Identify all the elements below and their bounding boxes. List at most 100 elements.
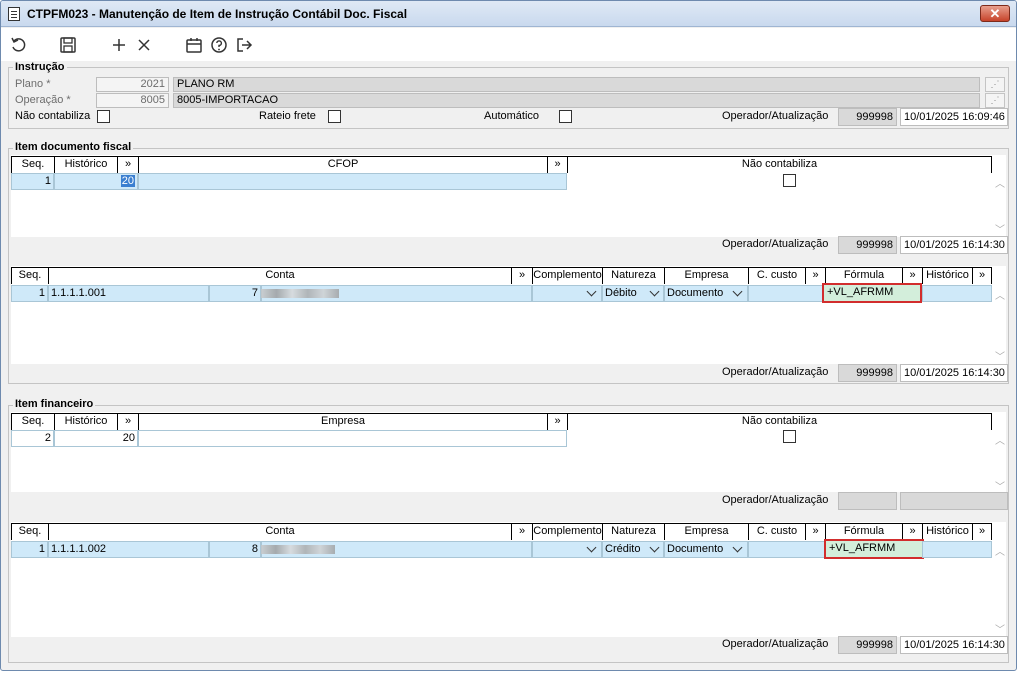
col-conta[interactable]: Conta [48, 267, 511, 284]
col-empresa-more-button[interactable]: » [547, 413, 567, 430]
col-natureza[interactable]: Natureza [602, 523, 664, 540]
scroll-up-icon[interactable]: ︿ [994, 543, 1006, 558]
item-fin-grid: Seq. Histórico » Empresa » Não contabili… [11, 412, 1006, 493]
row-nao-contabiliza-checkbox[interactable] [783, 430, 796, 443]
col-formula-more-button[interactable]: » [902, 267, 922, 284]
row-historico-value[interactable]: 20 [120, 175, 135, 187]
col-cfop[interactable]: CFOP [138, 156, 547, 173]
row-historico[interactable]: 20 [54, 430, 138, 447]
scroll-up-icon[interactable]: ︿ [994, 432, 1006, 447]
item-doc-grid: Seq. Histórico » CFOP » Não contabiliza … [11, 155, 1006, 237]
scroll-down-icon[interactable]: ﹀ [994, 221, 1006, 236]
col-historico-more-button[interactable]: » [972, 267, 992, 284]
item-doc-atualizacao-field: 10/01/2025 16:14:30 [900, 236, 1008, 254]
col-empresa[interactable]: Empresa [138, 413, 547, 430]
col-historico[interactable]: Histórico [54, 413, 117, 430]
help-icon[interactable] [209, 35, 229, 55]
col-seq[interactable]: Seq. [11, 523, 48, 540]
scroll-up-icon[interactable]: ︿ [994, 287, 1006, 302]
save-icon[interactable] [58, 35, 78, 55]
main-window: CTPFM023 - Manutenção de Item de Instruç… [0, 0, 1017, 671]
nao-contabiliza-checkbox[interactable] [97, 110, 110, 123]
operacao-lookup-icon[interactable]: ⋰ [985, 93, 1005, 108]
col-more-button[interactable]: » [117, 156, 138, 173]
scroll-down-icon[interactable]: ﹀ [994, 478, 1006, 493]
row-formula[interactable]: +VL_AFRMM [824, 539, 924, 559]
item-doc-operador-label: Operador/Atualização [722, 238, 829, 250]
col-formula[interactable]: Fórmula [825, 523, 902, 540]
exit-icon[interactable] [234, 35, 254, 55]
col-more-button[interactable]: » [117, 413, 138, 430]
scroll-down-icon[interactable]: ﹀ [994, 348, 1006, 363]
rateio-frete-label: Rateio frete [259, 110, 316, 122]
row-conta-num[interactable]: 7 [209, 285, 261, 302]
col-seq[interactable]: Seq. [11, 267, 48, 284]
col-natureza[interactable]: Natureza [602, 267, 664, 284]
conta2-operador-field: 999998 [838, 636, 897, 654]
plano-label: Plano * [15, 78, 51, 90]
col-conta[interactable]: Conta [48, 523, 511, 540]
col-formula-more-button[interactable]: » [902, 523, 922, 540]
col-nao-contabiliza[interactable]: Não contabiliza [567, 156, 992, 173]
operacao-name-field: 8005-IMPORTACAO [173, 93, 980, 108]
col-empresa[interactable]: Empresa [664, 523, 748, 540]
item-doc-operador-field: 999998 [838, 236, 897, 254]
col-seq[interactable]: Seq. [11, 156, 54, 173]
row-seq[interactable]: 2 [11, 430, 54, 447]
item-doc-title: Item documento fiscal [13, 141, 134, 153]
conta2-operador-label: Operador/Atualização [722, 638, 829, 650]
col-historico-more-button[interactable]: » [972, 523, 992, 540]
plano-code-field[interactable]: 2021 [96, 77, 169, 92]
add-icon[interactable] [109, 35, 129, 55]
row-cfop[interactable] [138, 173, 567, 190]
col-seq[interactable]: Seq. [11, 413, 54, 430]
col-empresa[interactable]: Empresa [664, 267, 748, 284]
item-fin-operador-field [838, 492, 897, 510]
plano-lookup-icon[interactable]: ⋰ [985, 77, 1005, 92]
row-nao-contabiliza-checkbox[interactable] [783, 174, 796, 187]
calendar-icon[interactable] [184, 35, 204, 55]
col-complemento[interactable]: Complemento [532, 523, 602, 540]
col-complemento[interactable]: Complemento [532, 267, 602, 284]
row-ccusto[interactable] [748, 285, 825, 302]
col-ccusto-more-button[interactable]: » [805, 523, 825, 540]
row-historico[interactable] [922, 285, 992, 302]
instrucao-title: Instrução [13, 61, 67, 73]
row-empresa[interactable] [138, 430, 567, 447]
scroll-down-icon[interactable]: ﹀ [994, 621, 1006, 636]
conta1-operador-field: 999998 [838, 364, 897, 382]
automatico-label: Automático [484, 110, 540, 122]
row-conta-num[interactable]: 8 [209, 541, 261, 558]
conta1-operador-label: Operador/Atualização [722, 366, 829, 378]
row-ccusto[interactable] [748, 541, 825, 558]
row-conta[interactable]: 1.1.1.1.002 [48, 541, 209, 558]
col-historico[interactable]: Histórico [922, 267, 972, 284]
col-ccusto[interactable]: C. custo [748, 267, 805, 284]
col-cfop-more-button[interactable]: » [547, 156, 567, 173]
row-historico[interactable] [922, 541, 992, 558]
row-seq[interactable]: 1 [11, 173, 54, 190]
row-historico[interactable]: 20 [54, 173, 138, 190]
close-button[interactable]: ✕ [980, 5, 1010, 22]
col-historico[interactable]: Histórico [922, 523, 972, 540]
col-formula[interactable]: Fórmula [825, 267, 902, 284]
row-seq[interactable]: 1 [11, 285, 48, 302]
col-nao-contabiliza[interactable]: Não contabiliza [567, 413, 992, 430]
col-ccusto[interactable]: C. custo [748, 523, 805, 540]
col-ccusto-more-button[interactable]: » [805, 267, 825, 284]
automatico-checkbox[interactable] [559, 110, 572, 123]
item-fin-title: Item financeiro [13, 398, 96, 410]
col-conta-more-button[interactable]: » [511, 267, 532, 284]
operacao-code-field[interactable]: 8005 [96, 93, 169, 108]
undo-icon[interactable] [9, 35, 29, 55]
row-formula[interactable]: +VL_AFRMM [822, 283, 922, 303]
window-title: CTPFM023 - Manutenção de Item de Instruç… [27, 7, 408, 21]
rateio-frete-checkbox[interactable] [328, 110, 341, 123]
col-historico[interactable]: Histórico [54, 156, 117, 173]
col-conta-more-button[interactable]: » [511, 523, 532, 540]
row-conta[interactable]: 1.1.1.1.001 [48, 285, 209, 302]
delete-icon[interactable] [134, 35, 154, 55]
scroll-up-icon[interactable]: ︿ [994, 175, 1006, 190]
toolbar [1, 28, 1016, 61]
row-seq[interactable]: 1 [11, 541, 48, 558]
